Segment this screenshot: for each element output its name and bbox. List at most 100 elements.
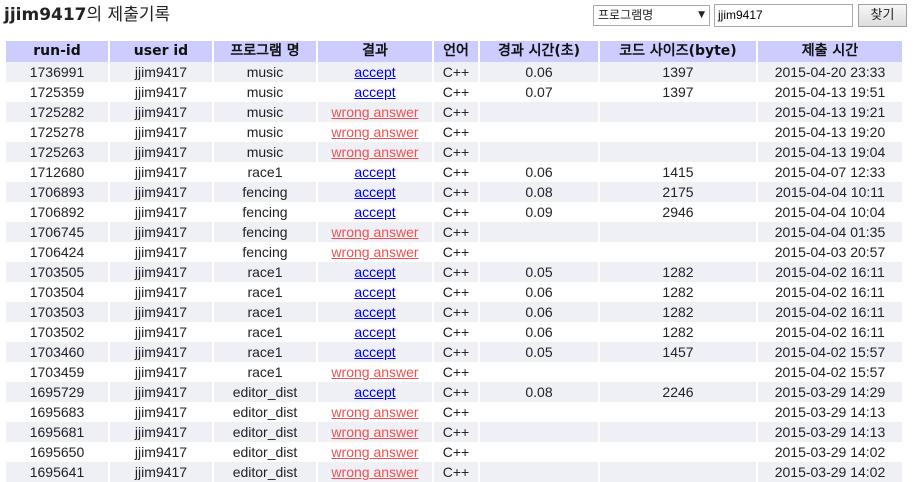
run-id-cell-text: 1703502 [29,324,85,340]
user-id-cell: jjim9417 [110,362,212,382]
elapsed-time-cell [480,442,598,462]
result-wrong-answer-link[interactable]: wrong answer [331,104,418,120]
program-name-cell: editor_dist [214,462,316,482]
submit-time-cell-text: 2015-04-02 15:57 [774,344,886,360]
run-id-cell: 1703460 [6,342,108,362]
language-cell: C++ [434,222,478,242]
result-cell: wrong answer [318,142,432,162]
page-title: jjim9417의 제출기록 [4,4,170,26]
user-id-cell-text: jjim9417 [134,84,188,100]
program-name-cell: music [214,122,316,142]
result-cell: accept [318,322,432,342]
result-accept-link[interactable]: accept [354,204,395,220]
result-accept-link[interactable]: accept [354,84,395,100]
user-id-cell: jjim9417 [110,202,212,222]
program-name-cell: music [214,142,316,162]
language-cell-text: C++ [442,324,470,340]
user-id-cell: jjim9417 [110,82,212,102]
elapsed-time-cell [480,142,598,162]
column-header-language: 언어 [434,41,478,62]
run-id-cell-text: 1725278 [29,124,85,140]
code-size-cell: 2246 [600,382,756,402]
code-size-cell-text: 1457 [662,344,694,360]
run-id-cell-text: 1725359 [29,84,85,100]
run-id-cell-text: 1703503 [29,304,85,320]
submit-time-cell-text: 2015-03-29 14:13 [774,424,886,440]
user-id-cell-text: jjim9417 [134,444,188,460]
program-name-cell-text: race1 [247,344,283,360]
search-field-select[interactable]: 프로그램명 ▼ [593,5,710,26]
result-wrong-answer-link[interactable]: wrong answer [331,464,418,480]
program-name-cell-text: fencing [242,224,288,240]
result-accept-link[interactable]: accept [354,324,395,340]
user-id-cell: jjim9417 [110,222,212,242]
user-id-cell-text: jjim9417 [134,304,188,320]
submit-time-cell: 2015-03-29 14:13 [758,402,902,422]
program-name-cell-text: race1 [247,304,283,320]
result-accept-link[interactable]: accept [354,384,395,400]
language-cell: C++ [434,422,478,442]
search-button[interactable]: 찾기 [858,4,907,27]
result-accept-link[interactable]: accept [354,184,395,200]
result-accept-link[interactable]: accept [354,304,395,320]
user-id-cell: jjim9417 [110,142,212,162]
result-wrong-answer-link[interactable]: wrong answer [331,364,418,380]
submit-time-cell-text: 2015-04-02 15:57 [774,364,886,380]
submit-time-cell-text: 2015-04-13 19:21 [774,104,886,120]
table-row: 1703505 jjim9417 race1 accept C++ 0.05 1282 201… [6,262,902,282]
submit-time-cell-text: 2015-04-02 16:11 [775,264,885,280]
program-name-cell: race1 [214,262,316,282]
user-id-cell-text: jjim9417 [134,244,188,260]
program-name-cell: fencing [214,222,316,242]
submit-time-cell-text: 2015-04-04 01:35 [774,224,886,240]
run-id-cell: 1703502 [6,322,108,342]
language-cell-text: C++ [442,284,470,300]
user-id-cell-text: jjim9417 [134,344,188,360]
elapsed-time-cell: 0.08 [480,382,598,402]
result-wrong-answer-link[interactable]: wrong answer [331,124,418,140]
elapsed-time-cell: 0.05 [480,342,598,362]
elapsed-time-cell-text: 0.06 [525,304,553,320]
submit-time-cell: 2015-04-02 16:11 [758,322,902,342]
language-cell-text: C++ [442,124,470,140]
result-wrong-answer-link[interactable]: wrong answer [331,404,418,420]
result-accept-link[interactable]: accept [354,164,395,180]
result-wrong-answer-link[interactable]: wrong answer [331,224,418,240]
user-id-cell: jjim9417 [110,402,212,422]
program-name-cell-text: music [246,144,284,160]
submit-time-cell-text: 2015-04-07 12:33 [774,164,886,180]
code-size-cell: 1282 [600,322,756,342]
elapsed-time-cell: 0.06 [480,162,598,182]
elapsed-time-cell [480,362,598,382]
result-accept-link[interactable]: accept [354,344,395,360]
result-accept-link[interactable]: accept [354,284,395,300]
run-id-cell-text: 1706892 [29,204,85,220]
search-input[interactable]: jjim9417 [714,4,853,27]
user-id-cell: jjim9417 [110,382,212,402]
language-cell-text: C++ [442,364,470,380]
run-id-cell-text: 1695641 [29,464,85,480]
submit-time-cell: 2015-04-04 10:11 [758,182,902,202]
code-size-cell [600,142,756,162]
result-wrong-answer-link[interactable]: wrong answer [331,144,418,160]
submit-time-cell-text: 2015-04-13 19:04 [774,144,886,160]
language-cell: C++ [434,402,478,422]
result-wrong-answer-link[interactable]: wrong answer [331,244,418,260]
run-id-cell: 1703459 [6,362,108,382]
run-id-cell: 1706745 [6,222,108,242]
run-id-cell: 1725359 [6,82,108,102]
user-id-cell-text: jjim9417 [134,284,188,300]
result-wrong-answer-link[interactable]: wrong answer [331,424,418,440]
result-accept-link[interactable]: accept [354,64,395,80]
run-id-cell-text: 1703459 [29,364,85,380]
user-id-cell: jjim9417 [110,422,212,442]
submit-time-cell: 2015-04-13 19:51 [758,82,902,102]
code-size-cell-text: 1397 [662,64,694,80]
result-accept-link[interactable]: accept [354,264,395,280]
user-id-cell: jjim9417 [110,442,212,462]
result-wrong-answer-link[interactable]: wrong answer [331,444,418,460]
elapsed-time-cell-text: 0.09 [525,204,553,220]
elapsed-time-cell: 0.05 [480,262,598,282]
result-cell: accept [318,282,432,302]
language-cell-text: C++ [442,264,470,280]
